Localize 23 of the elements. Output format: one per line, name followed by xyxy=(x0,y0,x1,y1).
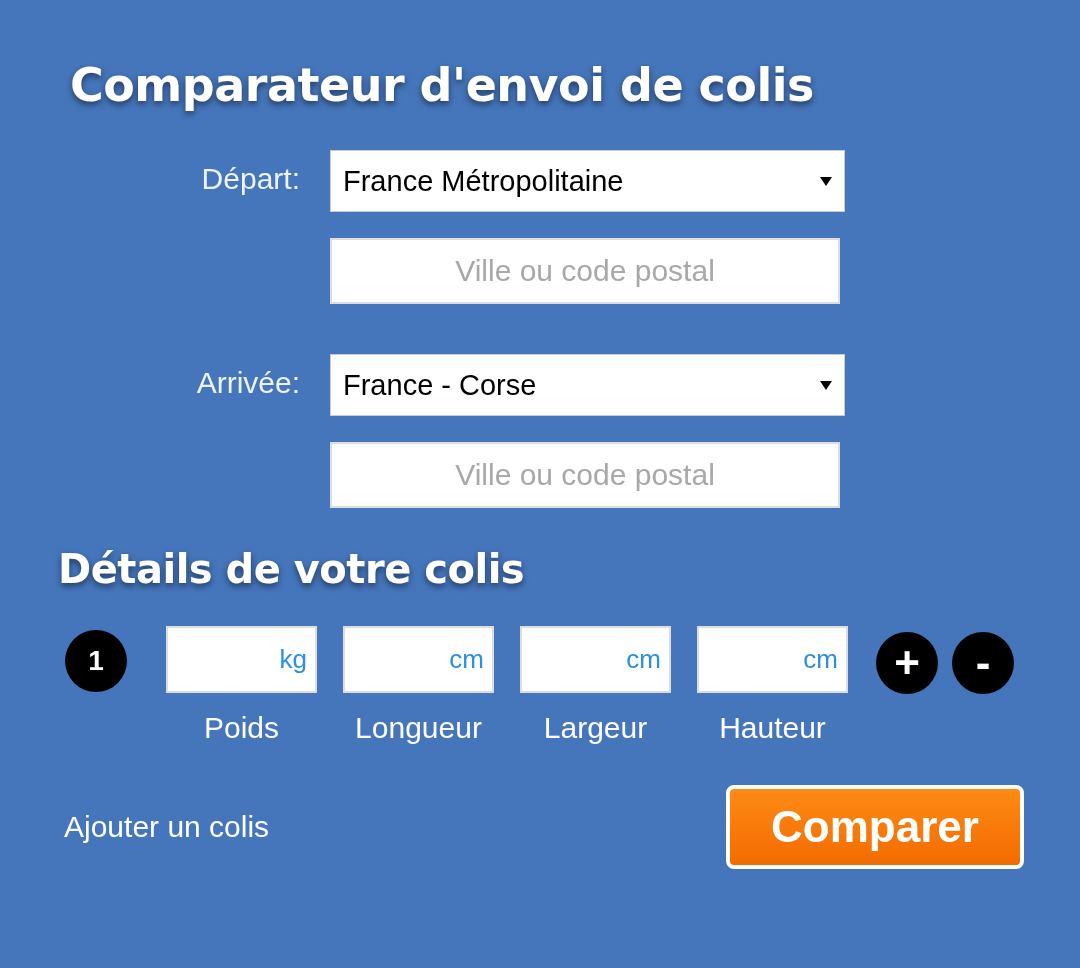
city-field[interactable]: Ville ou code postal xyxy=(330,442,840,508)
add-button[interactable]: + xyxy=(876,632,938,694)
field-label: Largeur xyxy=(543,711,648,745)
parcel-number: 1 xyxy=(65,630,127,692)
field-label: Départ: xyxy=(201,161,300,197)
field-label: Arrivée: xyxy=(196,365,300,401)
section-title: Détails de votre colis xyxy=(57,545,526,592)
field-label: Longueur xyxy=(355,711,482,745)
caret-icon xyxy=(820,176,832,186)
country-select[interactable]: France - Corse xyxy=(330,354,845,416)
caret-icon xyxy=(820,380,832,390)
field-label: Hauteur xyxy=(719,711,826,745)
compare-button[interactable]: Comparer xyxy=(726,785,1024,869)
dimension-field[interactable]: cm xyxy=(343,626,494,693)
dimension-field[interactable]: kg xyxy=(166,626,317,693)
city-field[interactable]: Ville ou code postal xyxy=(330,238,840,304)
remove-button[interactable]: - xyxy=(952,632,1014,694)
country-select[interactable]: France Métropolitaine xyxy=(330,150,845,212)
add-parcel-link[interactable]: Ajouter un colis xyxy=(64,810,270,844)
dimension-field[interactable]: cm xyxy=(697,626,848,693)
dimension-field[interactable]: cm xyxy=(520,626,671,693)
form-title: Comparateur d'envoi de colis xyxy=(69,57,815,112)
field-label: Poids xyxy=(203,711,279,745)
